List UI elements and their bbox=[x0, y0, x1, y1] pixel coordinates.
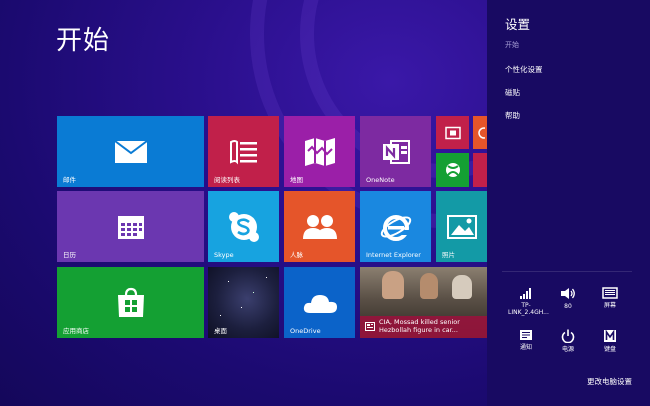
tile-label: OneNote bbox=[366, 176, 395, 184]
notifications-label: 通知 bbox=[519, 344, 532, 351]
desktop-star bbox=[253, 292, 254, 293]
tile-skype[interactable]: Skype bbox=[208, 191, 279, 262]
news-photo-figure bbox=[382, 271, 404, 299]
tile-label: 邮件 bbox=[63, 176, 76, 184]
skype-icon bbox=[228, 211, 259, 242]
settings-divider bbox=[502, 271, 632, 272]
tile-label: 人脉 bbox=[290, 251, 303, 259]
photos-icon bbox=[446, 214, 477, 239]
screen-button[interactable]: 屏幕 bbox=[592, 287, 628, 309]
map-icon bbox=[304, 137, 335, 166]
calendar-icon bbox=[117, 215, 144, 239]
settings-title: 设置 bbox=[505, 17, 531, 32]
tile-video[interactable] bbox=[436, 116, 469, 149]
power-label: 电源 bbox=[561, 346, 574, 353]
mail-icon bbox=[113, 139, 148, 163]
people-icon bbox=[302, 214, 337, 239]
tile-games[interactable] bbox=[436, 153, 469, 187]
video-icon bbox=[444, 126, 461, 139]
settings-subtitle: 开始 bbox=[505, 41, 519, 49]
cloud-icon bbox=[303, 294, 337, 313]
tile-label: OneDrive bbox=[290, 327, 321, 335]
tile-label: 照片 bbox=[442, 251, 455, 259]
tile-maps[interactable]: 地图 bbox=[284, 116, 355, 187]
tile-people[interactable]: 人脉 bbox=[284, 191, 355, 262]
tile-camera[interactable] bbox=[473, 153, 487, 187]
tile-label: Skype bbox=[214, 251, 234, 259]
volume-button[interactable]: 80 bbox=[550, 287, 586, 310]
tile-desktop[interactable]: 桌面 bbox=[208, 267, 279, 338]
tile-internet-explorer[interactable]: Internet Explorer bbox=[360, 191, 431, 262]
screen-label: 屏幕 bbox=[603, 302, 616, 309]
tile-onedrive[interactable]: OneDrive bbox=[284, 267, 355, 338]
news-photo-figure bbox=[420, 273, 438, 299]
news-caption-bar: CIA, Mossad killed senior Hezbollah figu… bbox=[360, 316, 487, 338]
tile-music[interactable] bbox=[473, 116, 487, 149]
news-icon bbox=[365, 322, 375, 331]
tile-label: 桌面 bbox=[214, 327, 227, 335]
store-icon bbox=[117, 287, 144, 317]
power-icon bbox=[561, 329, 575, 343]
tile-reading-list[interactable]: 阅读列表 bbox=[208, 116, 279, 187]
start-title: 开始 bbox=[56, 26, 111, 56]
network-button[interactable]: TP-LINK_2.4GH... bbox=[508, 287, 549, 316]
desktop-star bbox=[241, 307, 242, 308]
tile-label: 应用商店 bbox=[63, 327, 89, 335]
tile-onenote[interactable]: OneNote bbox=[360, 116, 431, 187]
wifi-signal-icon bbox=[520, 288, 531, 299]
tile-label: 日历 bbox=[63, 251, 76, 259]
tile-store[interactable]: 应用商店 bbox=[57, 267, 204, 338]
network-label: TP-LINK_2.4GH... bbox=[508, 302, 549, 316]
desktop-star bbox=[220, 315, 221, 316]
keyboard-label: 键盘 bbox=[603, 346, 616, 353]
onenote-icon bbox=[382, 139, 410, 164]
power-button[interactable]: 电源 bbox=[550, 329, 586, 353]
tile-news[interactable]: CIA, Mossad killed senior Hezbollah figu… bbox=[360, 267, 487, 338]
settings-tiles[interactable]: 磁贴 bbox=[505, 87, 520, 98]
news-photo-figure bbox=[452, 275, 472, 299]
settings-personalize[interactable]: 个性化设置 bbox=[505, 64, 543, 75]
change-pc-settings-link[interactable]: 更改电脑设置 bbox=[587, 376, 632, 387]
tile-photos[interactable]: 照片 bbox=[436, 191, 487, 262]
xbox-icon bbox=[445, 163, 460, 177]
tile-label: Internet Explorer bbox=[366, 251, 421, 259]
keyboard-icon bbox=[604, 329, 616, 342]
notifications-button[interactable]: 通知 bbox=[508, 329, 544, 351]
notifications-icon bbox=[520, 330, 532, 340]
tile-label: 地图 bbox=[290, 176, 303, 184]
desktop-star bbox=[228, 281, 229, 282]
tile-label: 阅读列表 bbox=[214, 176, 240, 184]
screen-icon bbox=[602, 287, 618, 299]
desktop-star bbox=[266, 277, 267, 278]
reading-list-icon bbox=[229, 139, 257, 164]
tile-mail[interactable]: 邮件 bbox=[57, 116, 204, 187]
music-icon bbox=[478, 126, 485, 139]
news-headline: CIA, Mossad killed senior Hezbollah figu… bbox=[379, 318, 460, 334]
volume-icon bbox=[561, 288, 575, 299]
settings-help[interactable]: 帮助 bbox=[505, 110, 520, 121]
volume-label: 80 bbox=[564, 303, 572, 310]
keyboard-button[interactable]: 键盘 bbox=[592, 329, 628, 353]
tile-calendar[interactable]: 日历 bbox=[57, 191, 204, 262]
internet-explorer-icon bbox=[380, 214, 411, 241]
